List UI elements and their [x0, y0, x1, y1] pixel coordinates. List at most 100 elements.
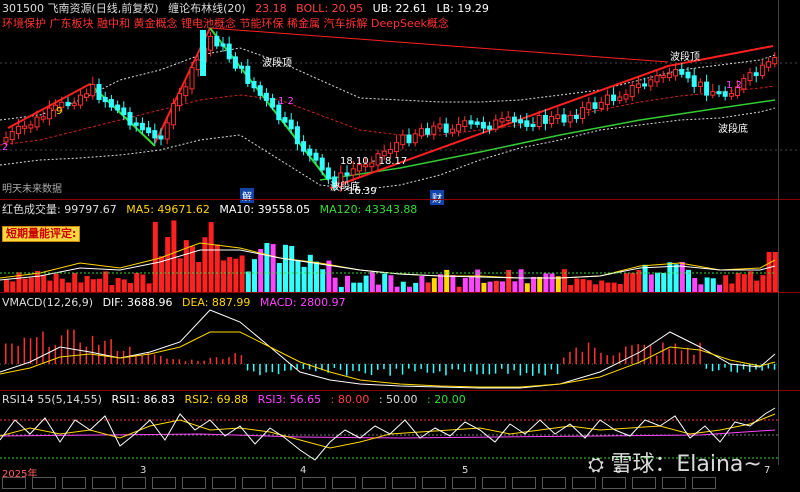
- macd-bar: [699, 342, 701, 364]
- tool-tab-3[interactable]: [62, 477, 86, 489]
- volume-bar: [140, 274, 146, 292]
- tool-tab-6[interactable]: [152, 477, 176, 489]
- volume-bar: [462, 277, 468, 292]
- volume-bar: [214, 244, 220, 292]
- candle: [449, 124, 455, 137]
- volume-chart[interactable]: [0, 198, 800, 293]
- candle: [400, 129, 406, 150]
- volume-bar: [425, 282, 431, 292]
- macd-bar: [364, 364, 367, 374]
- volume-bar: [549, 273, 555, 292]
- macd-bar: [54, 345, 57, 364]
- tool-tab-16[interactable]: [452, 477, 476, 489]
- macd-bar: [222, 359, 224, 364]
- tool-tab-22[interactable]: [632, 477, 656, 489]
- candle: [77, 89, 83, 109]
- tool-tab-12[interactable]: [332, 477, 356, 489]
- time-label-3: 3: [140, 465, 147, 476]
- volume-bar: [400, 281, 406, 292]
- volume-bar: [252, 259, 257, 292]
- macd-bar: [662, 342, 664, 364]
- macd-bar: [17, 345, 19, 364]
- volume-bar: [227, 257, 233, 292]
- low-price-label: 16.39: [348, 186, 377, 197]
- tool-tab-14[interactable]: [392, 477, 416, 489]
- macd-bar: [346, 364, 348, 376]
- tool-tab-13[interactable]: [362, 477, 386, 489]
- candle: [518, 114, 524, 129]
- macd-bar: [587, 342, 590, 364]
- macd-bar: [166, 358, 168, 364]
- seq-number-3: 1 2: [278, 96, 294, 107]
- macd-bar: [284, 364, 286, 371]
- macd-bar: [339, 364, 342, 370]
- candle: [394, 135, 400, 158]
- macd-bar: [550, 364, 553, 370]
- macd-bar: [606, 355, 608, 364]
- candle: [654, 70, 660, 87]
- volume-bar: [531, 276, 536, 292]
- candlestick-chart[interactable]: [0, 0, 800, 200]
- volume-bar: [90, 279, 96, 292]
- tool-tab-1[interactable]: [2, 477, 26, 489]
- macd-bar: [482, 364, 484, 375]
- tool-tab-4[interactable]: [92, 477, 116, 489]
- volume-bar: [543, 273, 549, 292]
- tool-tab-2[interactable]: [32, 477, 56, 489]
- tool-tab-19[interactable]: [542, 477, 566, 489]
- volume-bar: [115, 278, 121, 292]
- tool-tab-8[interactable]: [212, 477, 236, 489]
- candle: [437, 117, 443, 133]
- volume-bar: [611, 282, 617, 292]
- macd-bar: [246, 364, 249, 371]
- macd-bar: [507, 364, 509, 374]
- candle: [629, 81, 635, 102]
- candle: [530, 117, 536, 132]
- macd-bar: [439, 364, 441, 372]
- tool-tab-21[interactable]: [602, 477, 626, 489]
- macd-bar: [352, 364, 354, 371]
- candle: [418, 123, 424, 139]
- tool-tab-24[interactable]: [692, 477, 716, 489]
- macd-bar: [395, 364, 398, 369]
- tool-tab-11[interactable]: [302, 477, 326, 489]
- tool-tab-15[interactable]: [422, 477, 446, 489]
- candle: [412, 129, 418, 147]
- rsi2-line: [0, 413, 776, 449]
- volume-bar: [41, 274, 47, 292]
- volume-bar: [301, 266, 307, 292]
- candle: [747, 67, 753, 86]
- macd-bar: [36, 337, 38, 364]
- tool-tab-7[interactable]: [182, 477, 206, 489]
- macd-bar: [451, 364, 453, 370]
- volume-bar: [723, 275, 729, 292]
- candle: [158, 128, 164, 146]
- macd-bar: [749, 364, 751, 372]
- tool-tab-20[interactable]: [572, 477, 596, 489]
- tool-tab-10[interactable]: [272, 477, 296, 489]
- candle: [741, 74, 747, 94]
- tool-tab-23[interactable]: [662, 477, 686, 489]
- candle: [480, 116, 486, 134]
- tool-tab-9[interactable]: [242, 477, 266, 489]
- candle: [561, 108, 567, 127]
- macd-chart[interactable]: [0, 292, 800, 392]
- tool-tab-17[interactable]: [482, 477, 506, 489]
- candle: [220, 37, 226, 52]
- candle-spike: [200, 30, 206, 76]
- tool-tab-18[interactable]: [512, 477, 536, 489]
- volume-bar: [258, 249, 264, 292]
- volume-bar: [72, 272, 78, 292]
- macd-bar: [457, 364, 460, 370]
- volume-bar: [121, 279, 127, 292]
- macd-bar: [414, 364, 416, 372]
- volume-bar: [146, 283, 152, 292]
- macd-bar: [513, 364, 515, 371]
- candle: [623, 89, 629, 104]
- candle: [666, 67, 672, 81]
- tool-tab-5[interactable]: [122, 477, 146, 489]
- volume-bar: [314, 261, 319, 292]
- candle: [549, 111, 555, 128]
- volume-bar: [735, 272, 741, 292]
- volume-bar: [295, 260, 301, 292]
